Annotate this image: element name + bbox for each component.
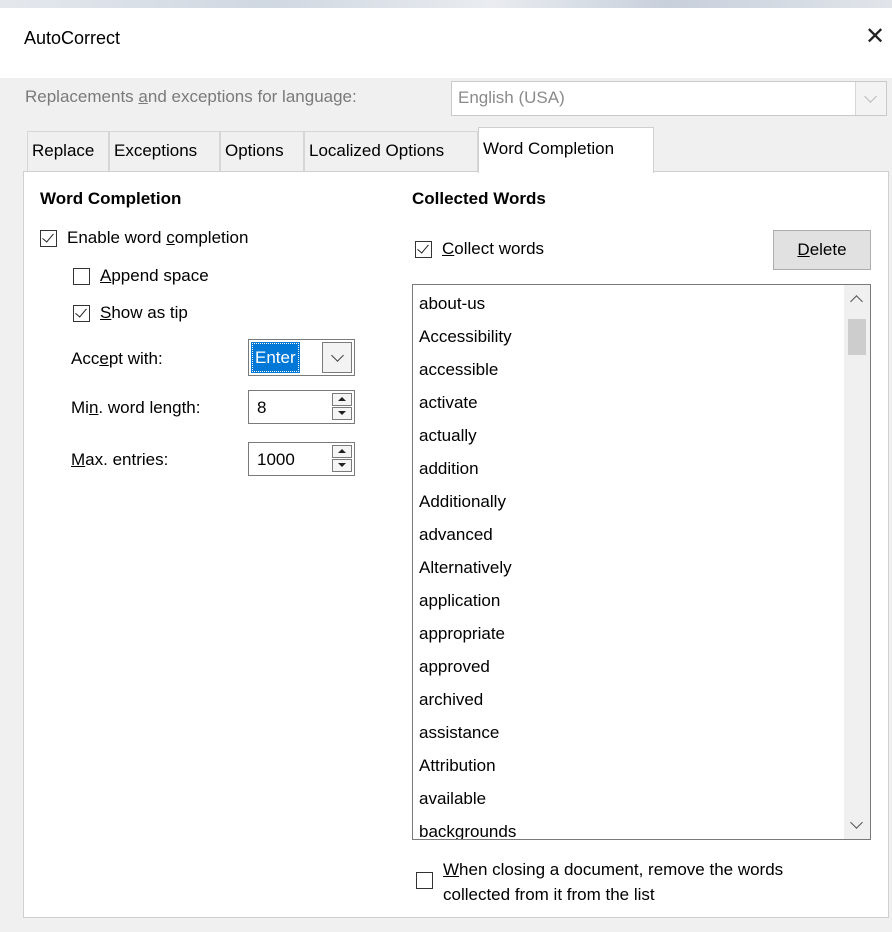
language-value: English (USA) xyxy=(458,88,565,107)
list-item[interactable]: Additionally xyxy=(419,492,506,512)
list-item[interactable]: archived xyxy=(419,690,483,710)
list-item[interactable]: actually xyxy=(419,426,477,446)
show-as-tip-checkbox[interactable] xyxy=(73,305,90,322)
show-as-tip-label: Show as tip xyxy=(100,303,188,322)
tab-word-completion[interactable]: Word Completion xyxy=(478,127,654,173)
accept-with-select[interactable]: Enter xyxy=(248,339,355,376)
list-item[interactable]: appropriate xyxy=(419,624,505,644)
spin-down-icon[interactable] xyxy=(332,407,352,420)
remove-words-on-close-label: When closing a document, remove the word… xyxy=(443,860,784,904)
min-word-length-label: Min. word length: xyxy=(71,398,201,417)
language-label: Replacements and exceptions for language… xyxy=(25,87,357,106)
accept-with-value: Enter xyxy=(251,342,300,373)
list-item[interactable]: available xyxy=(419,789,486,809)
collected-words-header: Collected Words xyxy=(412,189,546,208)
word-completion-header: Word Completion xyxy=(40,189,182,208)
title-bar xyxy=(0,0,892,78)
chevron-down-icon xyxy=(855,82,886,115)
delete-button[interactable]: Delete xyxy=(773,230,871,270)
chevron-down-icon[interactable] xyxy=(850,816,863,829)
accept-with-label: Accept with: xyxy=(71,349,163,368)
background-window-strip xyxy=(0,0,892,8)
chevron-down-icon[interactable] xyxy=(322,342,352,373)
list-item[interactable]: assistance xyxy=(419,723,499,743)
list-item[interactable]: Alternatively xyxy=(419,558,512,578)
max-entries-spinner[interactable] xyxy=(332,445,352,473)
vertical-scrollbar[interactable] xyxy=(844,285,870,839)
list-item[interactable]: approved xyxy=(419,657,490,677)
dialog-title: AutoCorrect xyxy=(24,28,121,48)
append-space-checkbox[interactable] xyxy=(73,268,90,285)
tab-localized-options[interactable]: Localized Options xyxy=(304,131,478,171)
append-space-label: Append space xyxy=(100,266,209,285)
collect-words-label: Collect words xyxy=(442,239,545,258)
collect-words-checkbox[interactable] xyxy=(415,241,432,258)
tab-replace[interactable]: Replace xyxy=(27,131,109,171)
scrollbar-thumb[interactable] xyxy=(848,319,866,355)
list-item[interactable]: backgrounds xyxy=(419,822,516,839)
list-item[interactable]: activate xyxy=(419,393,478,413)
min-word-length-value: 8 xyxy=(257,398,267,417)
language-select: English (USA) xyxy=(451,81,887,116)
list-item[interactable]: Accessibility xyxy=(419,327,512,347)
list-item[interactable]: application xyxy=(419,591,500,611)
enable-word-completion-label: Enable word completion xyxy=(67,228,249,247)
close-icon[interactable]: ✕ xyxy=(860,22,890,52)
tab-exceptions[interactable]: Exceptions xyxy=(109,131,220,171)
list-item[interactable]: addition xyxy=(419,459,479,479)
tab-options[interactable]: Options xyxy=(220,131,304,171)
min-word-length-stepper[interactable]: 8 xyxy=(248,390,355,424)
min-word-length-spinner[interactable] xyxy=(332,393,352,421)
list-item[interactable]: about-us xyxy=(419,294,485,314)
max-entries-value: 1000 xyxy=(257,450,295,469)
spin-up-icon[interactable] xyxy=(332,393,352,406)
max-entries-stepper[interactable]: 1000 xyxy=(248,442,355,476)
chevron-up-icon[interactable] xyxy=(850,295,863,308)
spin-up-icon[interactable] xyxy=(332,445,352,458)
enable-word-completion-checkbox[interactable] xyxy=(40,230,57,247)
list-item[interactable]: accessible xyxy=(419,360,498,380)
spin-down-icon[interactable] xyxy=(332,459,352,472)
list-item[interactable]: advanced xyxy=(419,525,493,545)
remove-words-on-close-checkbox[interactable] xyxy=(416,872,433,889)
collected-words-list[interactable]: about-us Accessibility accessible activa… xyxy=(412,284,871,840)
list-item[interactable]: Attribution xyxy=(419,756,496,776)
max-entries-label: Max. entries: xyxy=(71,450,169,469)
